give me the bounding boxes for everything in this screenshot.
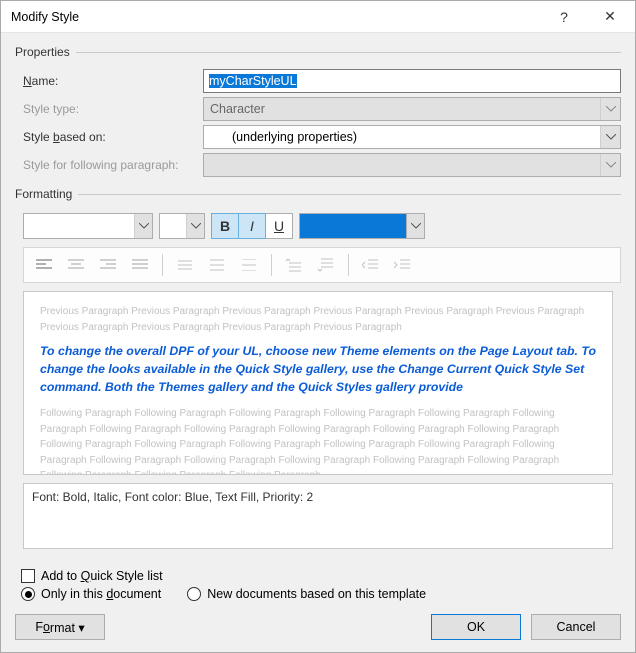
name-label: Name: bbox=[23, 74, 203, 88]
add-quick-style-label: Add to Quick Style list bbox=[41, 569, 163, 583]
based-on-value: (underlying properties) bbox=[232, 130, 357, 144]
font-family-combo[interactable] bbox=[23, 213, 153, 239]
formatting-legend: Formatting bbox=[15, 187, 78, 201]
preview-pane: Previous Paragraph Previous Paragraph Pr… bbox=[23, 291, 613, 475]
preview-prev-paragraph: Previous Paragraph Previous Paragraph Pr… bbox=[40, 304, 596, 335]
new-documents-radio[interactable] bbox=[187, 587, 201, 601]
chevron-down-icon[interactable] bbox=[186, 214, 204, 238]
dialog-title: Modify Style bbox=[11, 10, 541, 24]
indent-increase-button[interactable] bbox=[387, 252, 419, 278]
align-justify-button[interactable] bbox=[124, 252, 156, 278]
titlebar: Modify Style ? ✕ bbox=[1, 1, 635, 33]
font-size-combo[interactable] bbox=[159, 213, 205, 239]
format-button[interactable]: Format ▾ bbox=[15, 614, 105, 640]
paragraph-toolbar bbox=[23, 247, 621, 283]
chevron-down-icon[interactable] bbox=[407, 213, 425, 239]
style-description: Font: Bold, Italic, Font color: Blue, Te… bbox=[23, 483, 613, 549]
only-this-document-label: Only in this document bbox=[41, 587, 161, 601]
spacing-1-button[interactable] bbox=[169, 252, 201, 278]
align-left-button[interactable] bbox=[28, 252, 60, 278]
align-right-button[interactable] bbox=[92, 252, 124, 278]
properties-legend: Properties bbox=[15, 45, 76, 59]
font-toolbar: B I U bbox=[23, 213, 621, 239]
font-color-control[interactable] bbox=[299, 213, 425, 239]
spacing-2-button[interactable] bbox=[233, 252, 265, 278]
based-on-label: Style based on: bbox=[23, 130, 203, 144]
preview-next-paragraph: Following Paragraph Following Paragraph … bbox=[40, 406, 596, 475]
chevron-down-icon[interactable] bbox=[134, 214, 152, 238]
following-combo bbox=[203, 153, 621, 177]
style-type-combo: Character bbox=[203, 97, 621, 121]
following-label: Style for following paragraph: bbox=[23, 158, 203, 172]
spacing-1-5-button[interactable] bbox=[201, 252, 233, 278]
add-quick-style-checkbox[interactable] bbox=[21, 569, 35, 583]
formatting-group: Formatting B I U bbox=[15, 187, 621, 559]
space-before-inc-button[interactable] bbox=[278, 252, 310, 278]
properties-group: Properties Name: Style type: Character S… bbox=[15, 45, 621, 181]
new-documents-label: New documents based on this template bbox=[207, 587, 426, 601]
chevron-down-icon[interactable] bbox=[600, 126, 620, 148]
bold-button[interactable]: B bbox=[211, 213, 239, 239]
cancel-button[interactable]: Cancel bbox=[531, 614, 621, 640]
space-before-dec-button[interactable] bbox=[310, 252, 342, 278]
chevron-down-icon bbox=[600, 98, 620, 120]
only-this-document-radio[interactable] bbox=[21, 587, 35, 601]
name-input[interactable] bbox=[203, 69, 621, 93]
preview-sample-text: To change the overall DPF of your UL, ch… bbox=[40, 343, 596, 396]
align-center-button[interactable] bbox=[60, 252, 92, 278]
indent-decrease-button[interactable] bbox=[355, 252, 387, 278]
underline-button[interactable]: U bbox=[265, 213, 293, 239]
font-color-swatch bbox=[299, 213, 407, 239]
help-button[interactable]: ? bbox=[541, 2, 587, 32]
modify-style-dialog: Modify Style ? ✕ Properties Name: Style … bbox=[0, 0, 636, 653]
close-button[interactable]: ✕ bbox=[587, 2, 633, 32]
italic-button[interactable]: I bbox=[238, 213, 266, 239]
chevron-down-icon bbox=[600, 154, 620, 176]
based-on-combo[interactable]: (underlying properties) bbox=[203, 125, 621, 149]
style-type-value: Character bbox=[210, 102, 265, 116]
ok-button[interactable]: OK bbox=[431, 614, 521, 640]
style-type-label: Style type: bbox=[23, 102, 203, 116]
